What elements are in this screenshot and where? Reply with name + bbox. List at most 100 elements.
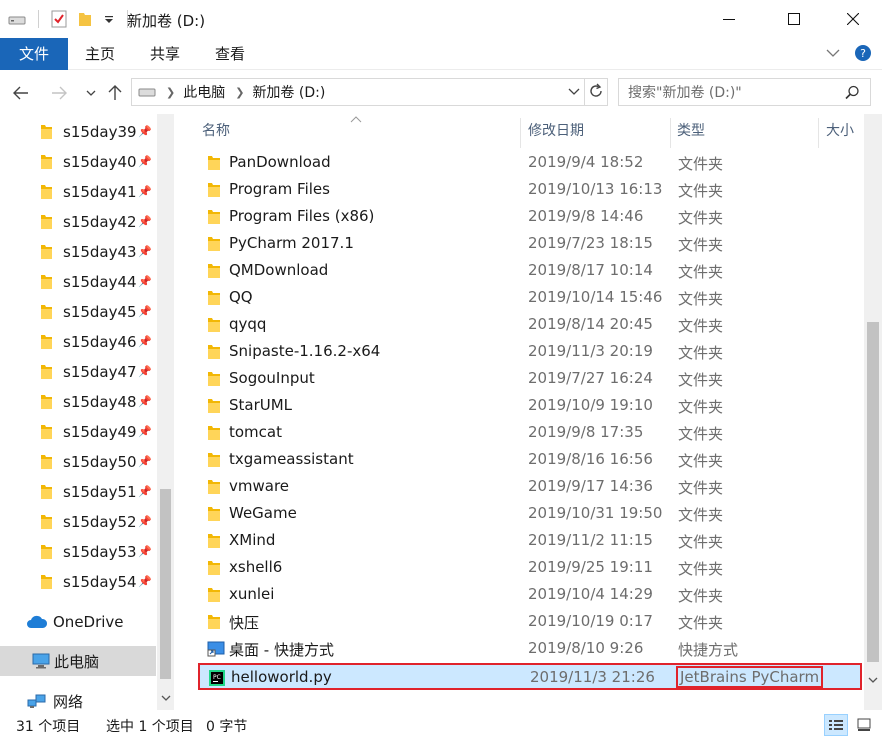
column-header-name[interactable]: 名称	[202, 114, 230, 150]
column-divider[interactable]	[520, 118, 521, 148]
address-history-button[interactable]	[568, 85, 580, 101]
pin-icon[interactable]: 📌	[138, 395, 152, 408]
tab-share[interactable]: 共享	[137, 38, 193, 70]
address-bar[interactable]: ❯ 此电脑 ❯ 新加卷 (D:)	[131, 78, 608, 106]
window-title: 新加卷 (D:)	[127, 12, 206, 30]
nav-item-quick-access[interactable]: s15day44 📌	[0, 267, 156, 297]
nav-pane-scrollbar[interactable]	[157, 114, 174, 710]
properties-icon[interactable]	[51, 10, 67, 28]
help-icon[interactable]: ?	[854, 44, 872, 62]
forward-button[interactable]	[48, 82, 70, 104]
file-type: 文件夹	[678, 263, 724, 281]
column-header-size[interactable]: 大小	[826, 114, 854, 150]
file-row[interactable]: PanDownload 2019/9/4 18:52 文件夹	[198, 150, 862, 177]
maximize-button[interactable]	[771, 0, 817, 38]
breadcrumb-this-pc[interactable]: 此电脑	[183, 82, 225, 102]
pin-icon[interactable]: 📌	[138, 545, 152, 558]
file-row[interactable]: tomcat 2019/9/8 17:35 文件夹	[198, 420, 862, 447]
pin-icon[interactable]: 📌	[138, 365, 152, 378]
nav-item-quick-access[interactable]: s15day54 📌	[0, 567, 156, 597]
pin-icon[interactable]: 📌	[138, 455, 152, 468]
file-row[interactable]: txgameassistant 2019/8/16 16:56 文件夹	[198, 447, 862, 474]
nav-item-onedrive[interactable]: OneDrive	[0, 607, 156, 637]
pin-icon[interactable]: 📌	[138, 485, 152, 498]
column-divider[interactable]	[818, 118, 819, 148]
file-row[interactable]: Snipaste-1.16.2-x64 2019/11/3 20:19 文件夹	[198, 339, 862, 366]
nav-item-quick-access[interactable]: s15day50 📌	[0, 447, 156, 477]
pin-icon[interactable]: 📌	[138, 335, 152, 348]
nav-item-quick-access[interactable]: s15day46 📌	[0, 327, 156, 357]
nav-item-quick-access[interactable]: s15day42 📌	[0, 207, 156, 237]
search-input[interactable]: 搜索"新加卷 (D:)"	[618, 78, 871, 106]
pin-icon[interactable]: 📌	[138, 305, 152, 318]
pin-icon[interactable]: 📌	[138, 425, 152, 438]
nav-item-quick-access[interactable]: s15day43 📌	[0, 237, 156, 267]
tab-file[interactable]: 文件	[0, 38, 68, 70]
refresh-button[interactable]	[588, 83, 604, 103]
file-row[interactable]: vmware 2019/9/17 14:36 文件夹	[198, 474, 862, 501]
file-row[interactable]: xunlei 2019/10/4 14:29 文件夹	[198, 582, 862, 609]
pin-icon[interactable]: 📌	[138, 515, 152, 528]
column-divider[interactable]	[670, 118, 671, 148]
folder-icon	[41, 275, 52, 289]
file-row[interactable]: QMDownload 2019/8/17 10:14 文件夹	[198, 258, 862, 285]
file-row[interactable]: 桌面 - 快捷方式 2019/8/10 9:26 快捷方式	[198, 636, 862, 663]
nav-item-quick-access[interactable]: s15day51 📌	[0, 477, 156, 507]
nav-item-this-pc[interactable]: 此电脑	[0, 646, 156, 676]
nav-item-quick-access[interactable]: s15day45 📌	[0, 297, 156, 327]
file-list-scrollbar[interactable]	[864, 114, 882, 710]
pin-icon[interactable]: 📌	[138, 575, 152, 588]
up-button[interactable]	[104, 82, 126, 104]
file-row[interactable]: 快压 2019/10/19 0:17 文件夹	[198, 609, 862, 636]
recent-locations-button[interactable]	[80, 82, 102, 104]
back-button[interactable]	[10, 82, 32, 104]
file-row[interactable]: xshell6 2019/9/25 19:11 文件夹	[198, 555, 862, 582]
nav-item-quick-access[interactable]: s15day49 📌	[0, 417, 156, 447]
pin-icon[interactable]: 📌	[138, 245, 152, 258]
pin-icon[interactable]: 📌	[138, 125, 152, 138]
file-row[interactable]: WeGame 2019/10/31 19:50 文件夹	[198, 501, 862, 528]
drive-icon[interactable]	[8, 12, 26, 26]
scroll-down-icon[interactable]	[868, 676, 878, 684]
details-view-button[interactable]	[824, 714, 848, 736]
minimize-button[interactable]	[706, 0, 752, 38]
file-row[interactable]: PC helloworld.py 2019/11/3 21:26 JetBrains …	[198, 663, 862, 690]
pin-icon[interactable]: 📌	[138, 215, 152, 228]
file-row[interactable]: Program Files (x86) 2019/9/8 14:46 文件夹	[198, 204, 862, 231]
new-folder-icon[interactable]	[77, 10, 93, 28]
pin-icon[interactable]: 📌	[138, 155, 152, 168]
file-row[interactable]: SogouInput 2019/7/27 16:24 文件夹	[198, 366, 862, 393]
nav-item-quick-access[interactable]: s15day48 📌	[0, 387, 156, 417]
file-row[interactable]: XMind 2019/11/2 11:15 文件夹	[198, 528, 862, 555]
tab-home[interactable]: 主页	[72, 38, 128, 70]
nav-item-quick-access[interactable]: s15day52 📌	[0, 507, 156, 537]
pin-icon[interactable]: 📌	[138, 275, 152, 288]
breadcrumb-chevron-icon[interactable]: ❯	[235, 86, 244, 99]
customize-dropdown-icon[interactable]	[103, 13, 115, 25]
nav-item-quick-access[interactable]: s15day53 📌	[0, 537, 156, 567]
file-row[interactable]: QQ 2019/10/14 15:46 文件夹	[198, 285, 862, 312]
scroll-down-icon[interactable]	[161, 694, 171, 702]
file-row[interactable]: PyCharm 2017.1 2019/7/23 18:15 文件夹	[198, 231, 862, 258]
tab-view[interactable]: 查看	[202, 38, 258, 70]
file-row[interactable]: qyqq 2019/8/14 20:45 文件夹	[198, 312, 862, 339]
nav-item-quick-access[interactable]: s15day41 📌	[0, 177, 156, 207]
nav-item-label: OneDrive	[53, 613, 124, 631]
nav-item-quick-access[interactable]: s15day40 📌	[0, 147, 156, 177]
breadcrumb-chevron-icon[interactable]: ❯	[166, 86, 175, 99]
close-button[interactable]	[830, 0, 876, 38]
expand-ribbon-icon[interactable]	[826, 48, 840, 58]
file-row[interactable]: Program Files 2019/10/13 16:13 文件夹	[198, 177, 862, 204]
pin-icon[interactable]: 📌	[138, 185, 152, 198]
nav-item-label: 网络	[53, 692, 84, 711]
large-icons-view-button[interactable]	[852, 714, 876, 736]
nav-pane-scroll-thumb[interactable]	[160, 489, 171, 679]
column-header-date[interactable]: 修改日期	[528, 114, 584, 150]
nav-item-quick-access[interactable]: s15day39 📌	[0, 117, 156, 147]
column-header-type[interactable]: 类型	[677, 114, 705, 150]
folder-icon	[208, 345, 220, 359]
breadcrumb-drive-d[interactable]: 新加卷 (D:)	[252, 82, 325, 102]
file-row[interactable]: StarUML 2019/10/9 19:10 文件夹	[198, 393, 862, 420]
file-list-scroll-thumb[interactable]	[867, 322, 879, 662]
nav-item-quick-access[interactable]: s15day47 📌	[0, 357, 156, 387]
